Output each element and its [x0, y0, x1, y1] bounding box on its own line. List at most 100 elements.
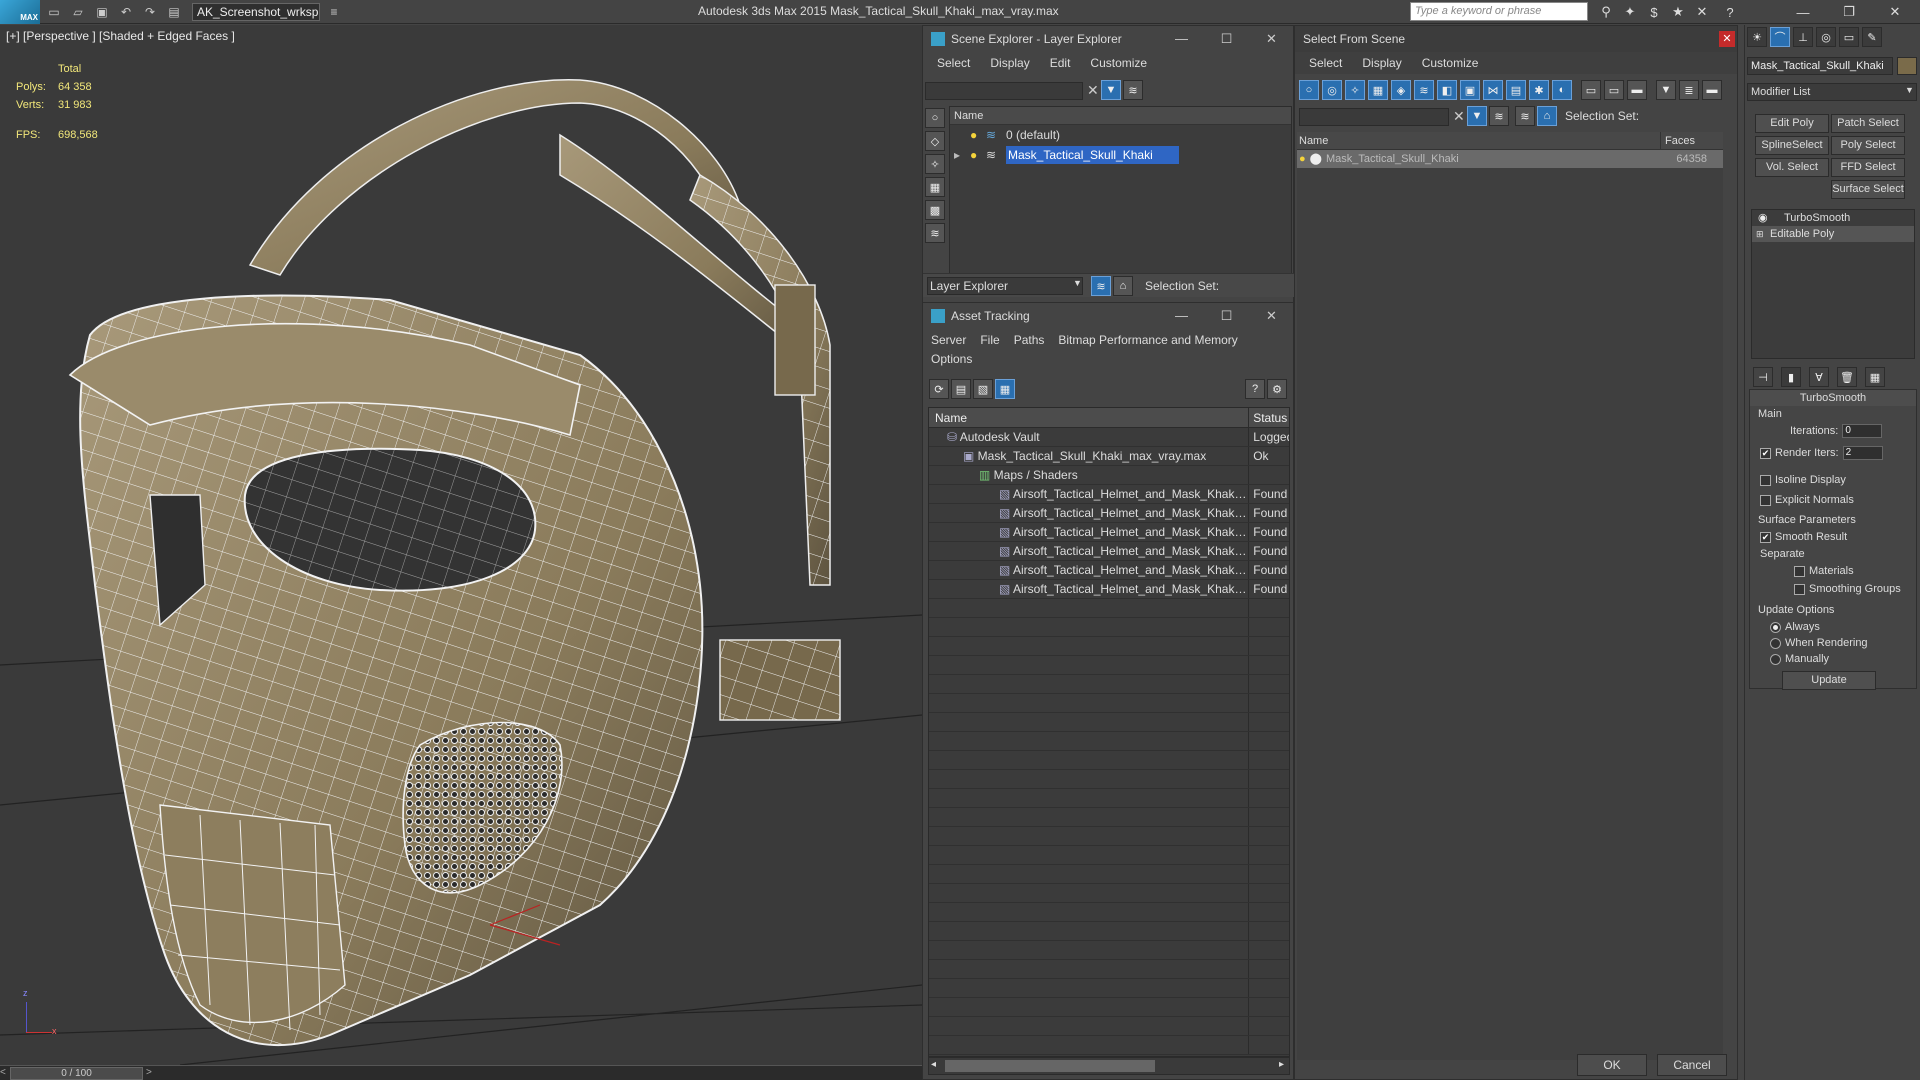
object-name-field[interactable]: Mask_Tactical_Skull_Khaki — [1747, 57, 1893, 75]
asset-row[interactable]: ▧ Airsoft_Tactical_Helmet_and_Mask_Khaki… — [929, 523, 1289, 542]
expand-arrow-icon[interactable]: ▸ — [954, 145, 960, 165]
chevron-down-icon[interactable]: ▼ — [1073, 278, 1082, 288]
make-unique-icon[interactable]: ∀ — [1809, 367, 1829, 387]
asset-row[interactable]: ▧ Airsoft_Tactical_Helmet_and_Mask_Khaki… — [929, 580, 1289, 599]
motion-tab-icon[interactable]: ◎ — [1816, 27, 1836, 47]
display-layers-icon[interactable]: ≋ — [925, 223, 945, 243]
menu-paths[interactable]: Paths — [1014, 329, 1045, 351]
materials-checkbox[interactable] — [1794, 565, 1805, 577]
filter-helpers-icon[interactable]: ◈ — [1391, 80, 1411, 100]
layer-row-mask[interactable]: ▸ ● ≋ Mask_Tactical_Skull_Khaki — [950, 145, 1291, 165]
menu-bitmap-performance[interactable]: Bitmap Performance and Memory — [1058, 329, 1237, 351]
filter-hidden-icon[interactable]: ◐ — [1552, 80, 1572, 100]
menu-select[interactable]: Select — [937, 52, 970, 74]
layer-hierarchy-icon[interactable]: ≋ — [1091, 276, 1111, 296]
scene-explorer-maximize-icon[interactable]: ☐ — [1204, 26, 1249, 52]
find-filter-icon[interactable]: ▼ — [1467, 106, 1487, 126]
chevron-down-icon[interactable]: ▼ — [1905, 85, 1914, 95]
thumbnail-view-icon[interactable]: ▧ — [973, 379, 993, 399]
find-layer-icon[interactable]: ≋ — [1489, 106, 1509, 126]
scene-explorer-titlebar[interactable]: Scene Explorer - Layer Explorer — ☐ ✕ — [923, 26, 1293, 52]
time-slider-handle[interactable]: 0 / 100 — [10, 1067, 143, 1080]
scroll-left-icon[interactable]: ◂ — [931, 1059, 936, 1070]
exchange-icon[interactable]: ✕ — [1692, 2, 1712, 22]
isoline-checkbox[interactable] — [1760, 474, 1771, 486]
remove-modifier-icon[interactable]: 🗑 — [1837, 367, 1857, 387]
asset-tracking-titlebar[interactable]: Asset Tracking — ☐ ✕ — [923, 303, 1293, 329]
configure-sets-icon[interactable]: ▦ — [1865, 367, 1885, 387]
menu-options[interactable]: Options — [923, 351, 1293, 369]
surface-select-button[interactable]: Surface Select — [1831, 180, 1905, 199]
menu-display[interactable]: Display — [990, 52, 1029, 74]
display-lights-icon[interactable]: ✧ — [925, 154, 945, 174]
menu-customize[interactable]: Customize — [1090, 52, 1147, 74]
menu-select[interactable]: Select — [1309, 52, 1342, 74]
ok-button[interactable]: OK — [1577, 1054, 1647, 1076]
menu-edit[interactable]: Edit — [1050, 52, 1071, 74]
minimize-icon[interactable]: — — [1780, 0, 1826, 24]
edit-poly-button[interactable]: Edit Poly — [1755, 114, 1829, 133]
filter-groups-icon[interactable]: ◧ — [1437, 80, 1457, 100]
rollout-title[interactable]: TurboSmooth — [1750, 390, 1916, 406]
favorites-star-icon[interactable]: ★ — [1668, 2, 1688, 22]
scene-explorer-close-icon[interactable]: ✕ — [1249, 26, 1294, 52]
redo-icon[interactable]: ↷ — [140, 2, 160, 22]
scroll-right-icon[interactable]: ▸ — [1279, 1059, 1284, 1070]
utilities-tab-icon[interactable]: ✎ — [1862, 27, 1882, 47]
scene-explorer-find-input[interactable] — [925, 82, 1083, 100]
col-faces[interactable]: Faces — [1661, 132, 1711, 149]
ffd-select-button[interactable]: FFD Select — [1831, 158, 1905, 177]
render-iters-spinner[interactable]: 2 — [1842, 446, 1883, 460]
stack-item-turbosmooth[interactable]: ◉ TurboSmooth — [1752, 210, 1914, 226]
time-slider[interactable]: < 0 / 100 > — [0, 1065, 922, 1080]
filter-bones-icon[interactable]: ⋈ — [1483, 80, 1503, 100]
show-end-result-icon[interactable]: ▮ — [1781, 367, 1801, 387]
open-file-icon[interactable]: ▱ — [68, 2, 88, 22]
filter-xrefs-icon[interactable]: ▣ — [1460, 80, 1480, 100]
layer-list-header[interactable]: Name — [950, 107, 1291, 125]
filter-containers-icon[interactable]: ▤ — [1506, 80, 1526, 100]
menu-customize[interactable]: Customize — [1422, 52, 1479, 74]
object-color-swatch[interactable] — [1897, 57, 1917, 75]
select-all-icon[interactable]: ▭ — [1581, 80, 1601, 100]
filter-frozen-icon[interactable]: ✱ — [1529, 80, 1549, 100]
col-name[interactable]: Name — [1297, 132, 1661, 149]
display-geometry-icon[interactable]: ○ — [925, 108, 945, 128]
scroll-thumb[interactable] — [945, 1060, 1155, 1072]
time-prev-icon[interactable]: < — [0, 1067, 6, 1078]
hierarchy-toggle-icon[interactable]: ⌂ — [1537, 106, 1557, 126]
asset-row[interactable]: ▧ Airsoft_Tactical_Helmet_and_Mask_Khaki… — [929, 561, 1289, 580]
modify-tab-icon[interactable]: ⌒ — [1770, 27, 1790, 47]
asset-row[interactable]: ▧ Airsoft_Tactical_Helmet_and_Mask_Khaki… — [929, 504, 1289, 523]
visibility-bulb-icon[interactable]: ● — [1299, 150, 1306, 168]
refresh-icon[interactable]: ⟳ — [929, 379, 949, 399]
display-tab-icon[interactable]: ▭ — [1839, 27, 1859, 47]
app-logo[interactable]: MAX — [0, 0, 40, 24]
visibility-bulb-icon[interactable]: ● — [970, 145, 977, 165]
asset-row[interactable]: ▣ Mask_Tactical_Skull_Khaki_max_vray.max… — [929, 447, 1289, 466]
hierarchy-tab-icon[interactable]: ⊥ — [1793, 27, 1813, 47]
binoculars-icon[interactable]: ⚲ — [1596, 2, 1616, 22]
clear-find-icon[interactable]: ✕ — [1453, 108, 1465, 125]
cancel-button[interactable]: Cancel — [1657, 1054, 1727, 1076]
when-rendering-radio[interactable] — [1770, 637, 1781, 649]
layer-filter-icon[interactable]: ≋ — [1123, 80, 1143, 100]
project-folder-icon[interactable]: ▤ — [164, 2, 184, 22]
asset-row[interactable]: ▧ Airsoft_Tactical_Helmet_and_Mask_Khaki… — [929, 542, 1289, 561]
collapse-icon[interactable]: ▬ — [1702, 80, 1722, 100]
pin-stack-icon[interactable]: ⊣ — [1753, 367, 1773, 387]
lightbulb-icon[interactable]: ◉ — [1758, 210, 1768, 226]
explorer-mode-dropdown[interactable]: Layer Explorer — [927, 277, 1083, 295]
filter-geometry-icon[interactable]: ○ — [1299, 80, 1319, 100]
explicit-normals-checkbox[interactable] — [1760, 494, 1771, 506]
workspace-menu-icon[interactable]: ≡ — [324, 2, 344, 22]
display-cameras-icon[interactable]: ▦ — [925, 177, 945, 197]
workspace-dropdown[interactable]: AK_Screenshot_wrksp — [192, 2, 320, 21]
asset-tracking-maximize-icon[interactable]: ☐ — [1204, 303, 1249, 329]
patch-select-button[interactable]: Patch Select — [1831, 114, 1905, 133]
dialog-close-icon[interactable]: ✕ — [1719, 31, 1735, 47]
find-input[interactable] — [1299, 108, 1449, 126]
save-file-icon[interactable]: ▣ — [92, 2, 112, 22]
menu-file[interactable]: File — [980, 329, 999, 351]
smooth-result-checkbox[interactable]: ✔ — [1760, 531, 1771, 543]
